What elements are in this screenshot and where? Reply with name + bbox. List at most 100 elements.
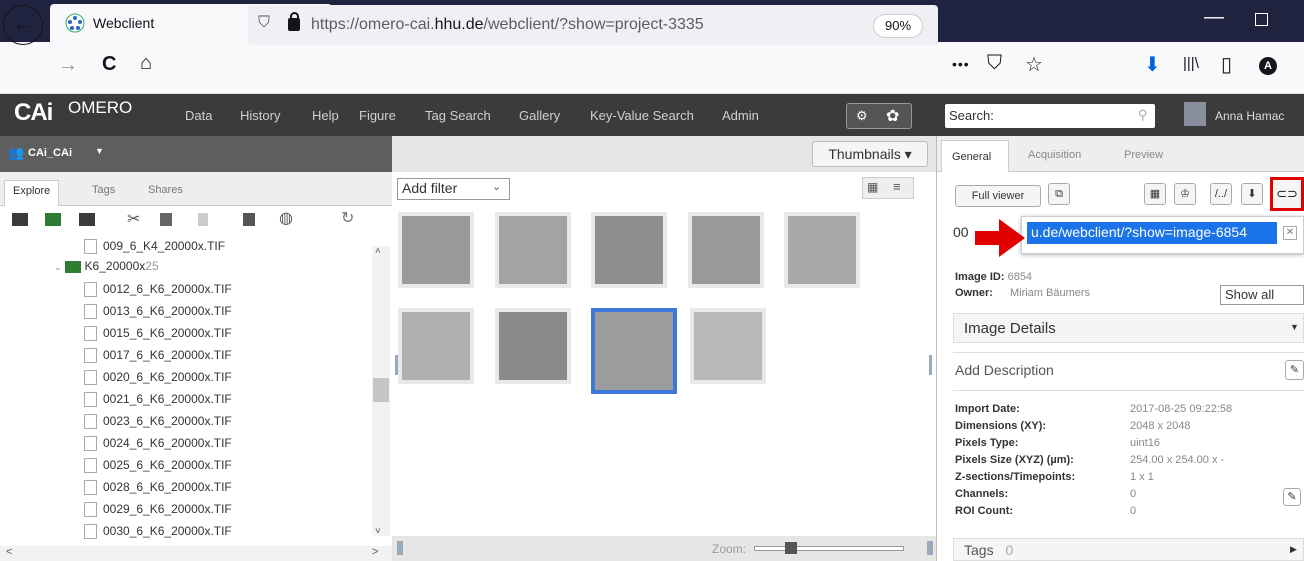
- tree-file[interactable]: 0012_6_K6_20000x.TIF: [84, 282, 232, 298]
- account-icon[interactable]: A: [1259, 57, 1277, 75]
- tab-acquisition[interactable]: Acquisition: [1028, 149, 1081, 161]
- tree-folder[interactable]: ⌄ K6_20000x25: [54, 259, 159, 273]
- library-icon[interactable]: |||\: [1183, 55, 1199, 72]
- image-thumbnail-selected[interactable]: [591, 308, 677, 394]
- user-name[interactable]: Anna Hamac: [1215, 109, 1284, 123]
- search-icon[interactable]: ⚲: [1138, 107, 1148, 123]
- open-with-icon[interactable]: ⧉: [1048, 183, 1070, 205]
- zoom-slider[interactable]: [754, 546, 904, 551]
- chevron-down-icon[interactable]: ▼: [1290, 322, 1299, 332]
- menu-admin[interactable]: Admin: [722, 108, 759, 123]
- new-dataset-icon[interactable]: [45, 213, 61, 226]
- bookmark-star-icon[interactable]: ☆: [1025, 52, 1043, 77]
- tab-tags[interactable]: Tags: [84, 180, 123, 200]
- edit-channels-icon[interactable]: ✎: [1283, 488, 1301, 506]
- image-thumbnail[interactable]: [495, 212, 571, 288]
- tree-file[interactable]: 0017_6_K6_20000x.TIF: [84, 348, 232, 364]
- image-thumbnail[interactable]: [495, 308, 571, 384]
- pocket-icon[interactable]: ⛉: [987, 52, 1002, 75]
- image-thumbnail[interactable]: [784, 212, 860, 288]
- add-description[interactable]: Add Description: [955, 362, 1054, 378]
- tab-shares[interactable]: Shares: [140, 180, 191, 200]
- chevron-down-icon[interactable]: ▼: [95, 146, 104, 156]
- tree-file[interactable]: 0029_6_K6_20000x.TIF: [84, 502, 232, 518]
- close-icon[interactable]: ✕: [1283, 226, 1297, 240]
- paste-icon[interactable]: [198, 213, 208, 226]
- avatar[interactable]: [1184, 102, 1206, 126]
- back-button[interactable]: ←: [3, 5, 43, 45]
- tree-file[interactable]: 0015_6_K6_20000x.TIF: [84, 326, 232, 342]
- menu-help[interactable]: Help: [312, 108, 339, 123]
- tree-file[interactable]: 0028_6_K6_20000x.TIF: [84, 480, 232, 496]
- list-view-icon[interactable]: ≡: [893, 179, 901, 194]
- tree-file[interactable]: 0030_6_K6_20000x.TIF: [84, 524, 232, 540]
- new-screen-icon[interactable]: [79, 213, 95, 226]
- link-icon[interactable]: ⊂⊃: [1270, 177, 1304, 211]
- tree-scroll-thumb[interactable]: [373, 378, 389, 402]
- window-minimize-button[interactable]: —: [1204, 6, 1224, 29]
- menu-figure[interactable]: Figure: [359, 108, 396, 123]
- menu-tag-search[interactable]: Tag Search: [425, 108, 491, 123]
- tab-explore[interactable]: Explore: [4, 180, 60, 207]
- zoom-slider-handle[interactable]: [785, 542, 797, 554]
- refresh-icon[interactable]: ↻: [341, 208, 354, 228]
- show-all-select[interactable]: Show all: [1220, 285, 1304, 305]
- scroll-down-icon[interactable]: ˅: [375, 526, 381, 537]
- left-collapse-handle[interactable]: [397, 541, 403, 555]
- image-thumbnail[interactable]: [398, 212, 474, 288]
- download-icon[interactable]: ⬇: [1241, 183, 1263, 205]
- view-select[interactable]: Thumbnails ▾: [812, 141, 928, 167]
- scroll-up-icon[interactable]: ˄: [375, 246, 381, 257]
- view-toggle[interactable]: ▦ ≡: [862, 177, 914, 199]
- scroll-left-icon[interactable]: <: [6, 546, 12, 558]
- path-icon[interactable]: /../: [1210, 183, 1232, 205]
- tree-file[interactable]: 0013_6_K6_20000x.TIF: [84, 304, 232, 320]
- menu-gallery[interactable]: Gallery: [519, 108, 560, 123]
- image-thumbnail[interactable]: [398, 308, 474, 384]
- thumbnails-icon[interactable]: ▦: [1144, 183, 1166, 205]
- header-tools[interactable]: ⚙ ✿: [846, 103, 912, 129]
- forward-button[interactable]: →: [58, 54, 78, 77]
- image-thumbnail[interactable]: [690, 308, 766, 384]
- tab-general[interactable]: General: [941, 140, 1009, 172]
- globe-icon[interactable]: ◍: [279, 208, 293, 228]
- copy-icon[interactable]: [160, 213, 172, 226]
- tab-preview[interactable]: Preview: [1124, 149, 1163, 161]
- expand-icon[interactable]: ⌄: [54, 262, 62, 272]
- window-maximize-button[interactable]: [1255, 13, 1268, 26]
- download-icon[interactable]: ⬇: [1144, 52, 1161, 77]
- group-name[interactable]: CAi_CAi: [28, 147, 72, 159]
- apps-icon[interactable]: ✿: [886, 106, 899, 126]
- tags-section[interactable]: Tags 0: [953, 538, 1304, 561]
- link-url-field[interactable]: u.de/webclient/?show=image-6854: [1027, 222, 1277, 244]
- edit-description-icon[interactable]: ✎: [1285, 360, 1304, 380]
- omero-logo[interactable]: OMERO: [68, 98, 132, 118]
- menu-key-value-search[interactable]: Key-Value Search: [590, 108, 694, 123]
- tree-file[interactable]: 0023_6_K6_20000x.TIF: [84, 414, 232, 430]
- zoom-indicator[interactable]: 90%: [873, 14, 923, 38]
- more-actions-icon[interactable]: •••: [952, 56, 970, 72]
- search-input[interactable]: Search:: [945, 104, 1155, 128]
- grid-view-icon[interactable]: ▦: [867, 180, 878, 194]
- image-details-header[interactable]: Image Details: [953, 313, 1304, 343]
- delete-icon[interactable]: [243, 213, 255, 226]
- tree-hscrollbar[interactable]: [0, 546, 392, 561]
- right-collapse-handle[interactable]: [927, 541, 933, 555]
- reload-button[interactable]: C: [102, 53, 116, 76]
- full-viewer-button[interactable]: Full viewer: [955, 185, 1041, 207]
- left-splitter-handle[interactable]: [395, 355, 398, 375]
- chevron-down-icon[interactable]: ⌄: [492, 180, 501, 193]
- url-bar[interactable]: ⛉ https://omero-cai.hhu.de/webclient/?sh…: [248, 5, 938, 45]
- settings-icon[interactable]: ⚙: [856, 108, 868, 124]
- image-thumbnail[interactable]: [591, 212, 667, 288]
- cai-logo[interactable]: CAi: [14, 99, 53, 127]
- right-splitter-handle[interactable]: [929, 355, 932, 375]
- scroll-right-icon[interactable]: >: [372, 546, 378, 558]
- tree-file[interactable]: 009_6_K4_20000x.TIF: [84, 239, 225, 255]
- tree-file[interactable]: 0025_6_K6_20000x.TIF: [84, 458, 232, 474]
- home-button[interactable]: ⌂: [140, 52, 152, 75]
- cut-icon[interactable]: ✂: [127, 209, 140, 229]
- menu-history[interactable]: History: [240, 108, 280, 123]
- chevron-right-icon[interactable]: ▶: [1290, 544, 1297, 555]
- image-thumbnail[interactable]: [688, 212, 764, 288]
